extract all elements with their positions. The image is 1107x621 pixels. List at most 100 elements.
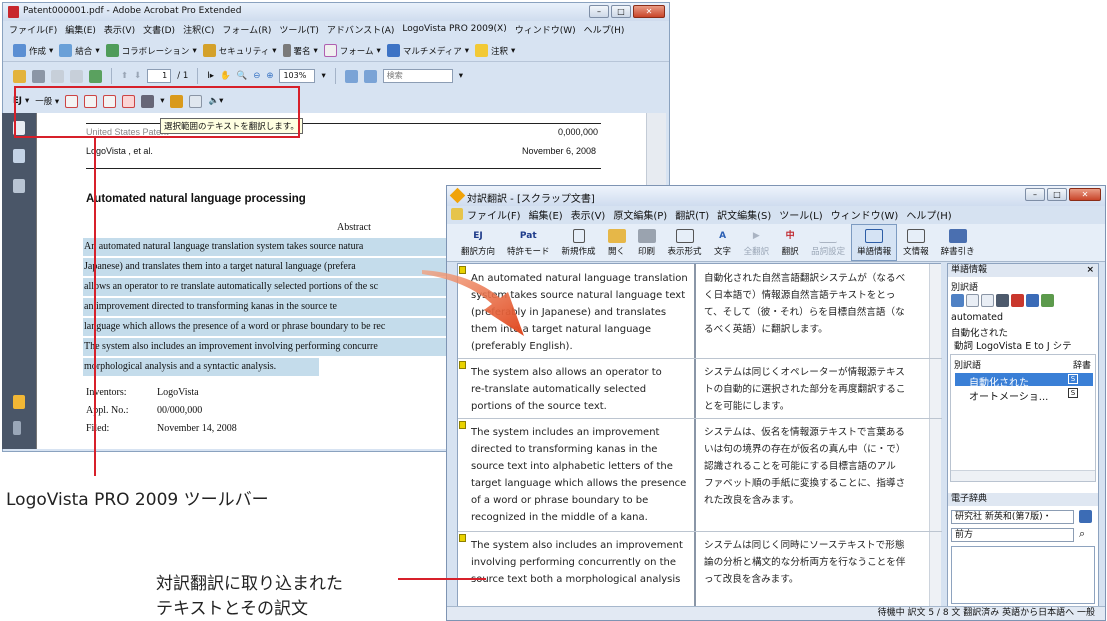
horizontal-scrollbar[interactable] <box>951 470 1095 481</box>
translate-button[interactable]: 中翻訳 <box>775 224 805 261</box>
tool-icon[interactable] <box>1026 294 1039 307</box>
tool-icon[interactable] <box>1041 294 1054 307</box>
forms-button[interactable]: フォーム ▾ <box>323 44 381 57</box>
word-translation: 自動化された <box>951 328 1009 339</box>
taiyaku-caption-1: 対訳翻訳に取り込まれた <box>156 574 343 594</box>
menu-advanced[interactable]: アドバンスト(A) <box>327 23 394 36</box>
menu-edit[interactable]: 編集(E) <box>529 207 563 222</box>
maximize-button[interactable]: □ <box>1047 188 1067 201</box>
translation-direction-button[interactable]: EJ 翻訳方向 <box>455 224 501 261</box>
close-button[interactable]: ✕ <box>1069 188 1101 201</box>
dictionary-results[interactable] <box>951 546 1095 604</box>
menu-view[interactable]: 表示(V) <box>104 23 135 36</box>
open-button[interactable]: 開く <box>602 224 632 261</box>
page-number-input[interactable]: 1 <box>147 69 172 83</box>
source-line: involving performing concurrently on the <box>471 557 677 568</box>
alt-translation[interactable]: オートメーショ... <box>969 388 1048 403</box>
segment[interactable]: The system also includes an improvement … <box>458 532 942 609</box>
bookmarks-icon[interactable] <box>13 149 25 163</box>
tool-icon[interactable] <box>981 294 994 307</box>
menu-translate[interactable]: 翻訳(T) <box>675 207 709 222</box>
sentence-info-button[interactable]: 文情報 <box>897 224 935 261</box>
target-line: トの自動的に選択された部分を再度翻訳するこ <box>704 384 906 395</box>
close-button[interactable]: ✕ <box>633 5 665 18</box>
segment[interactable]: The system includes an improvement direc… <box>458 419 942 532</box>
search-input[interactable]: 検索 <box>382 69 453 83</box>
new-file-icon <box>572 229 585 243</box>
dictionary-select[interactable]: 研究社 新英和(第7版)・ <box>951 510 1074 524</box>
word-info-button[interactable]: 単語情報 <box>851 224 898 261</box>
menu-window[interactable]: ウィンドウ(W) <box>831 207 899 222</box>
attachment-icon[interactable] <box>13 421 21 435</box>
document-heading: Automated natural language processing <box>86 193 306 205</box>
menu-edit[interactable]: 編集(E) <box>65 23 96 36</box>
zoom-tool-icon[interactable]: 🔍 <box>237 71 248 81</box>
translate-all-button[interactable]: ▶ 全翻訳 <box>738 224 776 261</box>
collaboration-button[interactable]: コラボレーション ▾ <box>105 44 197 57</box>
menu-help[interactable]: ヘルプ(H) <box>584 23 625 36</box>
dictionary-search-icon[interactable] <box>1079 510 1092 523</box>
maximize-button[interactable]: □ <box>611 5 631 18</box>
taiyaku-toolbar: EJ 翻訳方向 Pat 特許モード 新規作成 開く 印刷 表示形式 A 文字 ▶ 全翻訳… <box>447 224 1105 262</box>
menu-document[interactable]: 文書(D) <box>143 23 175 36</box>
tool-icon[interactable] <box>966 294 979 307</box>
hand-tool-icon[interactable]: ✋ <box>220 71 231 81</box>
comment-button[interactable]: 注釈 ▾ <box>475 44 515 57</box>
multimedia-button[interactable]: マルチメディア ▾ <box>386 44 469 57</box>
fit-width-icon[interactable] <box>363 69 377 83</box>
menu-view[interactable]: 表示(V) <box>571 207 606 222</box>
tool-icon[interactable] <box>996 294 1009 307</box>
new-button[interactable]: 新規作成 <box>556 224 602 261</box>
mail-icon[interactable] <box>51 69 64 83</box>
word-info-header: 単語情報 × <box>948 264 1098 277</box>
display-format-button[interactable]: 表示形式 <box>662 224 708 261</box>
fit-page-icon[interactable] <box>344 69 358 83</box>
pos-setting-button[interactable]: 品詞設定 <box>805 224 851 261</box>
share-icon[interactable] <box>89 69 102 83</box>
binoculars-icon[interactable]: ⌕ <box>1079 527 1085 541</box>
patent-mode-button[interactable]: Pat 特許モード <box>501 224 556 261</box>
select-tool-icon[interactable]: I▸ <box>207 71 214 81</box>
acrobat-titlebar: Patent000001.pdf - Adobe Acrobat Pro Ext… <box>3 3 669 21</box>
font-button[interactable]: A 文字 <box>708 224 738 261</box>
minimize-button[interactable]: – <box>589 5 609 18</box>
comments-icon[interactable] <box>13 395 25 409</box>
security-button[interactable]: セキュリティ ▾ <box>202 44 277 57</box>
document-icon <box>451 208 463 220</box>
menu-window[interactable]: ウィンドウ(W) <box>515 23 576 36</box>
next-page-icon[interactable]: ⬇ <box>134 71 141 81</box>
menu-target-edit[interactable]: 訳文編集(S) <box>717 207 771 222</box>
segment[interactable]: The system also allows an operator to re… <box>458 359 942 419</box>
search-direction-select[interactable]: 前方 <box>951 528 1074 542</box>
minimize-button[interactable]: – <box>1025 188 1045 201</box>
menu-tools[interactable]: ツール(L) <box>779 207 822 222</box>
menu-help[interactable]: ヘルプ(H) <box>906 207 951 222</box>
zoom-in-icon[interactable]: ⊕ <box>266 71 273 81</box>
menu-forms[interactable]: フォーム(R) <box>222 23 271 36</box>
tool-icon[interactable] <box>951 294 964 307</box>
menu-comments[interactable]: 注釈(C) <box>183 23 214 36</box>
comment-icon <box>475 44 489 57</box>
dictionary-lookup-button[interactable]: 辞書引き <box>935 224 981 261</box>
segment[interactable]: An automated natural language translatio… <box>458 264 942 359</box>
print-button[interactable]: 印刷 <box>632 224 662 261</box>
folder-icon[interactable] <box>13 69 26 83</box>
source-line: re-translate automatically selected <box>471 384 647 395</box>
menu-source-edit[interactable]: 原文編集(P) <box>613 207 667 222</box>
combine-button[interactable]: 結合 ▾ <box>59 44 100 57</box>
print-icon[interactable] <box>32 69 45 83</box>
save-icon[interactable] <box>70 69 83 83</box>
sign-button[interactable]: 署名 ▾ <box>282 44 318 57</box>
signatures-icon[interactable] <box>13 179 25 193</box>
menu-file[interactable]: ファイル(F) <box>467 207 521 222</box>
zoom-level-select[interactable]: 103% <box>279 69 316 83</box>
menu-logovista[interactable]: LogoVista PRO 2009(X) <box>402 24 506 34</box>
zoom-out-icon[interactable]: ⊖ <box>253 71 260 81</box>
close-icon[interactable]: × <box>1086 264 1094 277</box>
prev-page-icon[interactable]: ⬆ <box>121 71 128 81</box>
create-button[interactable]: 作成 ▾ <box>13 44 53 57</box>
menu-file[interactable]: ファイル(F) <box>9 23 57 36</box>
dict-s-icon: S <box>1068 388 1078 398</box>
menu-tools[interactable]: ツール(T) <box>279 23 319 36</box>
tool-icon[interactable] <box>1011 294 1024 307</box>
